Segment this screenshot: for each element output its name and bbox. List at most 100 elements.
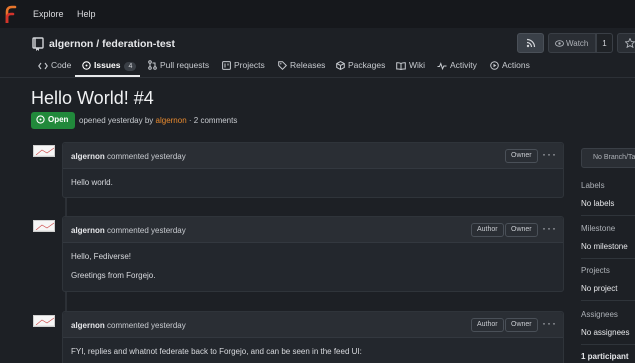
- repo-icon: [32, 37, 44, 51]
- tab-label: Projects: [234, 60, 265, 70]
- more-options-icon[interactable]: ···: [542, 148, 557, 160]
- comment-author: algernon commented yesterday: [71, 152, 186, 161]
- tab-label: Actions: [502, 60, 530, 70]
- issue-icon: [82, 61, 91, 70]
- comment-header: algernon commented yesterday Author Owne…: [63, 312, 563, 338]
- comment-header: algernon commented yesterday Owner ···: [63, 143, 563, 169]
- comment-author-link[interactable]: algernon: [71, 226, 105, 235]
- comment-body: Hello, Fediverse! Greetings from Forgejo…: [63, 243, 563, 288]
- avatar-image: [34, 147, 54, 156]
- tab-label: Wiki: [409, 60, 426, 70]
- comment-author-link[interactable]: algernon: [71, 321, 105, 330]
- tag-icon: [278, 61, 288, 71]
- comment-author: algernon commented yesterday: [71, 226, 186, 235]
- divider: [581, 215, 635, 216]
- owner-badge: Owner: [505, 318, 538, 332]
- tab-activity[interactable]: Activity: [437, 60, 477, 71]
- projects-value: No project: [581, 284, 618, 293]
- comment-count: · 2 comments: [188, 116, 238, 125]
- repo-title[interactable]: algernon / federation-test: [49, 38, 175, 50]
- issue-meta-prefix: opened yesterday by: [79, 116, 154, 125]
- issue-meta: opened yesterday by algernon · 2 comment…: [79, 116, 237, 125]
- tab-wiki[interactable]: Wiki: [396, 60, 426, 71]
- comment-time: commented yesterday: [107, 226, 186, 235]
- assignees-value: No assignees: [581, 328, 630, 337]
- book-icon: [396, 62, 406, 71]
- milestone-heading[interactable]: Milestone: [581, 224, 615, 233]
- forgejo-logo-icon[interactable]: [3, 5, 17, 23]
- tab-label: Activity: [450, 60, 477, 70]
- more-options-icon[interactable]: ···: [542, 317, 557, 329]
- comment: algernon commented yesterday Owner ··· H…: [62, 142, 564, 198]
- divider: [581, 300, 635, 301]
- labels-heading[interactable]: Labels: [581, 181, 605, 190]
- active-tab-indicator: [75, 75, 140, 77]
- issue-title: Hello World! #4: [31, 88, 154, 108]
- tab-label: Releases: [290, 60, 326, 70]
- code-icon: [38, 62, 48, 70]
- comment-author-link[interactable]: algernon: [71, 152, 105, 161]
- assignees-heading[interactable]: Assignees: [581, 310, 618, 319]
- divider: [581, 258, 635, 259]
- watch-count[interactable]: 1: [596, 33, 613, 53]
- nav-help[interactable]: Help: [77, 9, 96, 19]
- play-icon: [490, 61, 499, 70]
- issue-open-icon: [36, 115, 45, 124]
- comment: algernon commented yesterday Author Owne…: [62, 216, 564, 292]
- projects-heading[interactable]: Projects: [581, 266, 610, 275]
- avatar[interactable]: [33, 220, 55, 232]
- milestone-value: No milestone: [581, 242, 628, 251]
- avatar-image: [34, 317, 54, 326]
- tab-label: Issues: [94, 60, 121, 70]
- rss-icon: [526, 38, 536, 48]
- avatar[interactable]: [33, 145, 55, 157]
- star-button[interactable]: [617, 33, 635, 53]
- comment-time: commented yesterday: [107, 152, 186, 161]
- watch-button[interactable]: Watch: [548, 33, 596, 53]
- tab-packages[interactable]: Packages: [336, 60, 385, 70]
- comment-time: commented yesterday: [107, 321, 186, 330]
- more-options-icon[interactable]: ···: [542, 222, 557, 234]
- pull-request-icon: [148, 60, 157, 70]
- rss-button[interactable]: [517, 33, 544, 53]
- author-badge: Author: [471, 223, 504, 237]
- package-icon: [336, 61, 345, 70]
- avatar-image: [34, 222, 54, 231]
- comment: algernon commented yesterday Author Owne…: [62, 311, 564, 363]
- comment-text: Hello world.: [71, 178, 113, 187]
- tab-actions[interactable]: Actions: [490, 60, 530, 70]
- tab-code[interactable]: Code: [38, 60, 71, 70]
- tab-releases[interactable]: Releases: [278, 60, 326, 71]
- comment-body: FYI, replies and whatnot federate back t…: [63, 338, 563, 363]
- tab-label: Pull requests: [160, 60, 210, 70]
- comment-author: algernon commented yesterday: [71, 321, 186, 330]
- issue-author-link[interactable]: algernon: [156, 116, 187, 125]
- comment-header: algernon commented yesterday Author Owne…: [63, 217, 563, 243]
- branch-selector[interactable]: No Branch/Ta: [581, 148, 635, 168]
- tab-issues[interactable]: Issues 4: [82, 60, 137, 71]
- labels-value: No labels: [581, 199, 615, 208]
- eye-icon: [555, 40, 564, 47]
- issue-sidebar: No Branch/Ta Labels No labels Milestone …: [575, 140, 635, 363]
- owner-badge: Owner: [505, 223, 538, 237]
- pulse-icon: [437, 62, 447, 71]
- comment-text: Hello, Fediverse!: [71, 252, 132, 261]
- tab-label: Code: [51, 60, 72, 70]
- status-label: Open: [48, 115, 69, 124]
- tab-label: Packages: [348, 60, 386, 70]
- comment-text: Greetings from Forgejo.: [71, 271, 156, 280]
- author-badge: Author: [471, 318, 504, 332]
- participants-count: 1 participant: [581, 352, 629, 361]
- owner-badge: Owner: [505, 149, 538, 163]
- top-navbar: Explore Help: [0, 0, 635, 28]
- star-icon: [625, 38, 635, 48]
- watch-label: Watch: [566, 39, 589, 48]
- avatar[interactable]: [33, 315, 55, 327]
- project-icon: [222, 61, 231, 70]
- tab-pull-requests[interactable]: Pull requests: [148, 60, 209, 70]
- tab-projects[interactable]: Projects: [222, 60, 265, 70]
- comment-body: Hello world.: [63, 169, 563, 195]
- status-badge: Open: [31, 112, 75, 129]
- divider: [581, 344, 635, 345]
- nav-explore[interactable]: Explore: [33, 9, 64, 19]
